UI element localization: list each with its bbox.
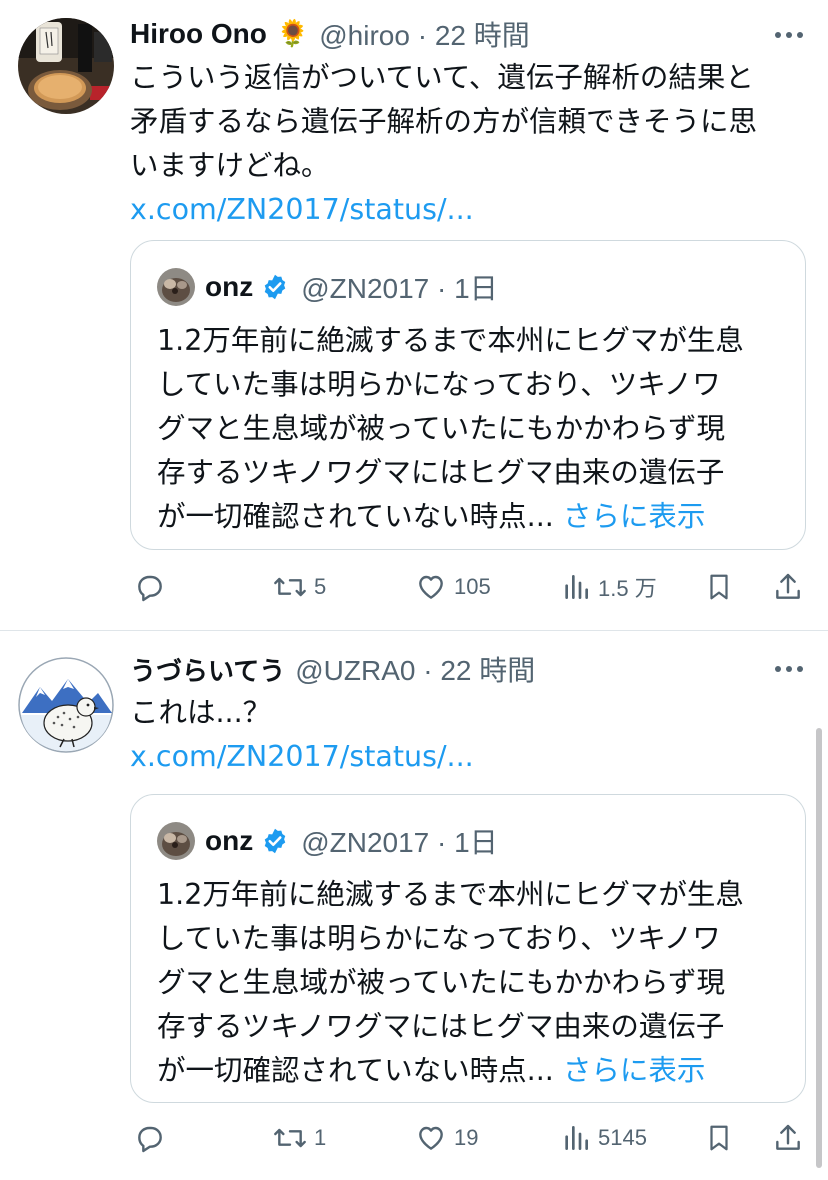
text-line: 存するツキノワグマにはヒグマ由来の遺伝子 bbox=[157, 1010, 725, 1043]
retweet-icon bbox=[274, 577, 306, 597]
quote-header: onz @ZN2017 · 1日 bbox=[157, 267, 498, 307]
text-line: いますけどね。 bbox=[130, 149, 330, 182]
author-name[interactable]: Hiroo Ono bbox=[130, 18, 267, 50]
scrollbar[interactable] bbox=[816, 728, 822, 1168]
avatar[interactable] bbox=[18, 657, 114, 753]
handle-and-time[interactable]: @hiroo · 22 時間 bbox=[319, 14, 530, 54]
views-button[interactable]: 5145 bbox=[560, 1118, 647, 1158]
avatar[interactable] bbox=[18, 18, 114, 114]
like-count: 105 bbox=[454, 574, 491, 599]
text-line: していた事は明らかになっており、ツキノワ bbox=[157, 368, 721, 401]
text-line: こういう返信がついていて、遺伝子解析の結果と bbox=[130, 61, 754, 94]
quote-handle-and-time[interactable]: @ZN2017 · 1日 bbox=[301, 267, 498, 307]
verified-badge-icon bbox=[264, 828, 286, 854]
handle-and-time[interactable]: @UZRA0 · 22 時間 bbox=[295, 649, 535, 689]
quote-avatar[interactable] bbox=[157, 822, 195, 860]
text-line: グマと生息域が被っていたにもかかわらず現 bbox=[157, 412, 726, 445]
bar-chart-icon bbox=[565, 1126, 588, 1150]
views-button[interactable]: 1.5 万 bbox=[560, 567, 657, 607]
tweet-text: こういう返信がついていて、遺伝子解析の結果と 矛盾するなら遺伝子解析の方が信頼で… bbox=[130, 56, 800, 232]
verified-badge-icon bbox=[264, 274, 286, 300]
bookmark-button[interactable] bbox=[704, 567, 734, 607]
quote-avatar[interactable] bbox=[157, 268, 195, 306]
text-line: が一切確認されていない時点... bbox=[157, 500, 554, 533]
reply-button[interactable] bbox=[134, 567, 166, 607]
text-line: グマと生息域が被っていたにもかかわらず現 bbox=[157, 966, 726, 999]
text-line-last: が一切確認されていない時点... さらに表示 bbox=[157, 495, 787, 539]
text-line: 矛盾するなら遺伝子解析の方が信頼できそうに思 bbox=[130, 105, 758, 138]
share-button[interactable] bbox=[772, 567, 804, 607]
like-button[interactable]: 105 bbox=[414, 567, 491, 607]
bookmark-button[interactable] bbox=[704, 1118, 734, 1158]
share-upload-icon bbox=[776, 1124, 800, 1150]
quote-author-name[interactable]: onz bbox=[205, 271, 253, 303]
tweet-header: Hiroo Ono 🌻 @hiroo · 22 時間 bbox=[130, 14, 530, 54]
reply-bubble-icon bbox=[138, 1126, 162, 1153]
quote-header: onz @ZN2017 · 1日 bbox=[157, 821, 498, 861]
quote-text: 1.2万年前に絶滅するまで本州にヒグマが生息 していた事は明らかになっており、ツ… bbox=[157, 873, 787, 1093]
author-emoji: 🌻 bbox=[276, 19, 310, 49]
quote-author-name[interactable]: onz bbox=[205, 825, 253, 857]
reply-button[interactable] bbox=[134, 1118, 166, 1158]
retweet-button[interactable]: 5 bbox=[272, 567, 326, 607]
heart-icon bbox=[419, 575, 443, 599]
text-line: これは...？ bbox=[130, 696, 272, 729]
retweet-button[interactable]: 1 bbox=[272, 1118, 326, 1158]
share-button[interactable] bbox=[772, 1118, 804, 1158]
view-count: 5145 bbox=[598, 1125, 647, 1150]
action-bar: 5 105 1.5 万 bbox=[130, 567, 810, 607]
quote-text: 1.2万年前に絶滅するまで本州にヒグマが生息 していた事は明らかになっており、ツ… bbox=[157, 319, 787, 539]
like-button[interactable]: 19 bbox=[414, 1118, 478, 1158]
tweet-text: これは...？ x.com/ZN2017/status/... bbox=[130, 691, 800, 779]
bookmark-icon bbox=[710, 1125, 728, 1151]
quote-tweet[interactable]: onz @ZN2017 · 1日 1.2万年前に絶滅するまで本州にヒグマが生息 … bbox=[130, 240, 806, 550]
like-count: 19 bbox=[454, 1125, 479, 1150]
retweet-count: 1 bbox=[314, 1125, 327, 1150]
retweet-count: 5 bbox=[314, 574, 327, 599]
tweet-2[interactable]: うづらいてう @UZRA0 · 22 時間 これは...？ x.com/ZN20… bbox=[0, 631, 828, 1180]
text-line-last: が一切確認されていない時点... さらに表示 bbox=[157, 1049, 787, 1093]
bookmark-icon bbox=[710, 574, 728, 600]
view-count: 1.5 万 bbox=[598, 576, 657, 601]
more-icon[interactable] bbox=[772, 652, 806, 686]
reply-bubble-icon bbox=[138, 575, 162, 602]
text-line: が一切確認されていない時点... bbox=[157, 1054, 554, 1087]
show-more-link[interactable]: さらに表示 bbox=[563, 500, 706, 533]
text-line: 存するツキノワグマにはヒグマ由来の遺伝子 bbox=[157, 456, 725, 489]
status-link[interactable]: x.com/ZN2017/status/... bbox=[130, 735, 800, 779]
quote-tweet[interactable]: onz @ZN2017 · 1日 1.2万年前に絶滅するまで本州にヒグマが生息 … bbox=[130, 794, 806, 1103]
text-line: 1.2万年前に絶滅するまで本州にヒグマが生息 bbox=[157, 878, 744, 911]
retweet-icon bbox=[274, 1128, 306, 1148]
share-upload-icon bbox=[776, 573, 800, 599]
text-line: していた事は明らかになっており、ツキノワ bbox=[157, 922, 721, 955]
heart-icon bbox=[419, 1126, 443, 1150]
action-bar: 1 19 5145 bbox=[130, 1118, 810, 1158]
more-icon[interactable] bbox=[772, 18, 806, 52]
status-link[interactable]: x.com/ZN2017/status/... bbox=[130, 188, 800, 232]
text-line: 1.2万年前に絶滅するまで本州にヒグマが生息 bbox=[157, 324, 744, 357]
tweet-header: うづらいてう @UZRA0 · 22 時間 bbox=[130, 649, 535, 689]
quote-handle-and-time[interactable]: @ZN2017 · 1日 bbox=[301, 821, 498, 861]
show-more-link[interactable]: さらに表示 bbox=[563, 1054, 706, 1087]
bar-chart-icon bbox=[565, 575, 588, 599]
author-name[interactable]: うづらいてう bbox=[130, 651, 285, 688]
tweet-1[interactable]: Hiroo Ono 🌻 @hiroo · 22 時間 こういう返信がついていて、… bbox=[0, 0, 828, 630]
